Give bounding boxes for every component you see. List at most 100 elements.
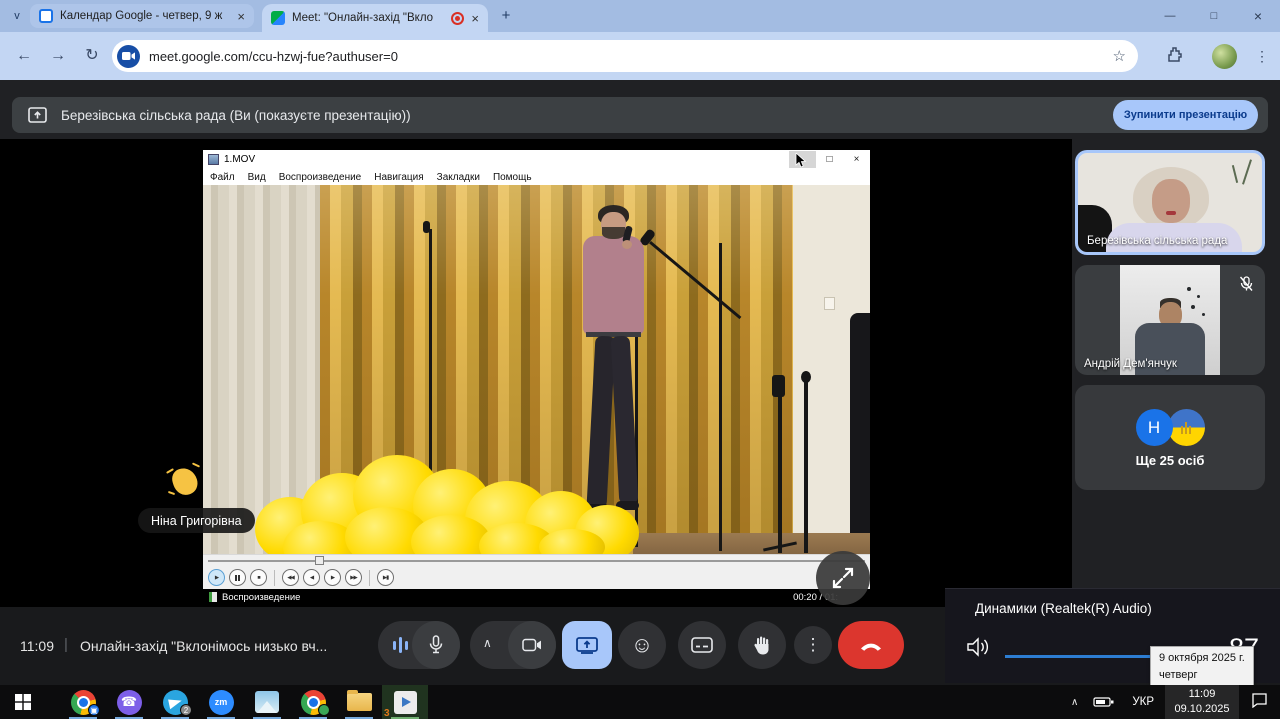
address-bar[interactable]: meet.google.com/ccu-hzwj-fue?authuser=0 … bbox=[112, 40, 1138, 72]
folder-icon bbox=[347, 693, 372, 711]
tab-calendar[interactable]: Календар Google - четвер, 9 ж × bbox=[30, 4, 254, 28]
camera-control[interactable]: ∧ bbox=[470, 621, 556, 669]
present-screen-button[interactable] bbox=[562, 621, 612, 669]
reaction-sender-name: Ніна Григорівна bbox=[138, 508, 255, 533]
tab-close-icon[interactable]: × bbox=[237, 9, 245, 24]
tray-chevron-icon[interactable]: ∧ bbox=[1062, 697, 1087, 708]
mic-control[interactable] bbox=[378, 621, 460, 669]
tab-title: Meet: "Онлайн-захід "Вкло bbox=[292, 12, 444, 24]
browser-profile-avatar[interactable] bbox=[1212, 44, 1237, 69]
tab-title: Календар Google - четвер, 9 ж bbox=[60, 10, 230, 22]
tab-meet[interactable]: Meet: "Онлайн-захід "Вкло × bbox=[262, 4, 488, 32]
raise-hand-button[interactable] bbox=[738, 621, 786, 669]
action-center-icon[interactable] bbox=[1239, 692, 1280, 713]
microphone-icon[interactable] bbox=[412, 621, 460, 669]
participant-tile-speaking[interactable]: Березівська сільська рада bbox=[1075, 150, 1265, 255]
menu-view[interactable]: Вид bbox=[248, 172, 266, 183]
playback-status: Воспроизведение bbox=[222, 592, 300, 603]
system-tray: ∧ УКР 11:09 09.10.2025 bbox=[1062, 685, 1280, 719]
extensions-icon[interactable] bbox=[1166, 46, 1183, 68]
taskbar-chrome-sharing[interactable]: ▣ bbox=[60, 685, 106, 719]
media-player-icon bbox=[394, 691, 417, 714]
menu-file[interactable]: Файл bbox=[210, 172, 235, 183]
tooltip-date: 9 октября 2025 г. bbox=[1159, 650, 1245, 667]
stop-presentation-button[interactable]: Зупинити презентацію bbox=[1113, 100, 1258, 130]
clapping-hands-emoji bbox=[166, 462, 204, 500]
media-player-window: 1.MOV □ × Файл Вид Воспроизведение Навиг… bbox=[203, 150, 870, 605]
light-switch bbox=[824, 297, 835, 310]
bookmark-star-icon[interactable]: ☆ bbox=[1113, 47, 1126, 65]
smiley-icon: ☺ bbox=[631, 632, 653, 658]
tab-search-button[interactable]: v bbox=[8, 7, 26, 25]
end-call-button[interactable] bbox=[838, 621, 904, 669]
more-options-button[interactable]: ⋮ bbox=[794, 626, 832, 664]
meet-camera-icon bbox=[117, 45, 140, 68]
language-indicator[interactable]: УКР bbox=[1121, 696, 1165, 708]
date-tooltip: 9 октября 2025 г. четверг bbox=[1150, 646, 1254, 688]
pause-button[interactable] bbox=[229, 569, 246, 586]
banner-text: Березівська сільська рада (Ви (показуєте… bbox=[61, 108, 411, 123]
reload-button[interactable]: ↻ bbox=[80, 44, 104, 68]
skip-back-button[interactable]: ◀◀ bbox=[282, 569, 299, 586]
player-status-bar: Воспроизведение 00:20 / 01: bbox=[203, 589, 870, 605]
taskbar-clock[interactable]: 11:09 09.10.2025 bbox=[1165, 685, 1239, 719]
taskbar-chrome-2[interactable] bbox=[290, 685, 336, 719]
audio-device-name: Динамики (Realtek(R) Audio) bbox=[975, 601, 1152, 616]
rewind-button[interactable]: ◀ bbox=[303, 569, 320, 586]
taskbar-media-player[interactable]: 3 bbox=[382, 685, 428, 719]
taskbar-telegram[interactable]: 2 bbox=[152, 685, 198, 719]
participant-tile[interactable]: Андрій Дем'янчук bbox=[1075, 265, 1265, 375]
reactions-button[interactable]: ☺ bbox=[618, 621, 666, 669]
speaker-icon[interactable] bbox=[967, 637, 991, 662]
camera-head bbox=[801, 371, 811, 383]
zoom-icon: zm bbox=[209, 690, 234, 715]
taskbar-file-explorer[interactable] bbox=[336, 685, 382, 719]
skip-forward-button[interactable]: ▶▶ bbox=[345, 569, 362, 586]
expand-arrows-icon bbox=[830, 565, 856, 591]
presentation-banner: Березівська сільська рада (Ви (показуєте… bbox=[12, 97, 1268, 133]
ukraine-flag-avatar bbox=[1168, 409, 1205, 446]
screen: v Календар Google - четвер, 9 ж × Meet: … bbox=[0, 0, 1280, 719]
tab-close-icon[interactable]: × bbox=[471, 11, 479, 26]
window-maximize-button[interactable]: □ bbox=[1192, 0, 1236, 32]
stage-floor bbox=[633, 533, 870, 554]
expand-presentation-button[interactable] bbox=[816, 551, 870, 605]
chevron-up-icon[interactable]: ∧ bbox=[483, 636, 492, 650]
stop-button[interactable]: ■ bbox=[250, 569, 267, 586]
camera-icon[interactable] bbox=[508, 621, 556, 669]
present-screen-icon bbox=[28, 107, 47, 123]
captions-button[interactable] bbox=[678, 621, 726, 669]
taskbar-zoom[interactable]: zm bbox=[198, 685, 244, 719]
forward-button[interactable]: → bbox=[46, 44, 70, 68]
browser-menu-icon[interactable]: ⋮ bbox=[1252, 44, 1272, 68]
window-minimize-button[interactable]: — bbox=[1148, 0, 1192, 32]
player-title-bar[interactable]: 1.MOV □ × bbox=[203, 150, 870, 169]
menu-help[interactable]: Помощь bbox=[493, 172, 532, 183]
screen-share-badge-icon: ▣ bbox=[88, 704, 100, 716]
more-participants-tile[interactable]: Н Ще 25 осіб bbox=[1075, 385, 1265, 490]
menu-navigation[interactable]: Навигация bbox=[374, 172, 423, 183]
taskbar-photos[interactable] bbox=[244, 685, 290, 719]
seek-bar[interactable] bbox=[203, 554, 870, 566]
browser-tab-strip: v Календар Google - четвер, 9 ж × Meet: … bbox=[0, 0, 1280, 32]
forward-button[interactable]: ▶ bbox=[324, 569, 341, 586]
windows-taskbar: ▣ ☎ 2 zm 3 bbox=[0, 685, 1280, 719]
viber-icon: ☎ bbox=[117, 690, 142, 715]
player-maximize-button[interactable]: □ bbox=[816, 151, 843, 168]
back-button[interactable]: ← bbox=[12, 44, 36, 68]
menu-bookmarks[interactable]: Закладки bbox=[437, 172, 480, 183]
recording-indicator-icon bbox=[451, 12, 464, 25]
battery-icon[interactable] bbox=[1087, 695, 1121, 709]
start-button[interactable] bbox=[0, 685, 46, 719]
mounted-phone bbox=[772, 375, 785, 397]
taskbar-viber[interactable]: ☎ bbox=[106, 685, 152, 719]
frame-step-button[interactable]: ▶▮ bbox=[377, 569, 394, 586]
menu-playback[interactable]: Воспроизведение bbox=[279, 172, 362, 183]
play-button[interactable]: ▶ bbox=[208, 569, 225, 586]
seek-handle[interactable] bbox=[315, 556, 324, 565]
new-tab-button[interactable]: + bbox=[496, 6, 516, 26]
muted-mic-icon bbox=[1234, 272, 1258, 296]
player-close-button[interactable]: × bbox=[843, 151, 870, 168]
window-close-button[interactable]: × bbox=[1236, 0, 1280, 32]
media-player-badge: 3 bbox=[384, 708, 390, 719]
